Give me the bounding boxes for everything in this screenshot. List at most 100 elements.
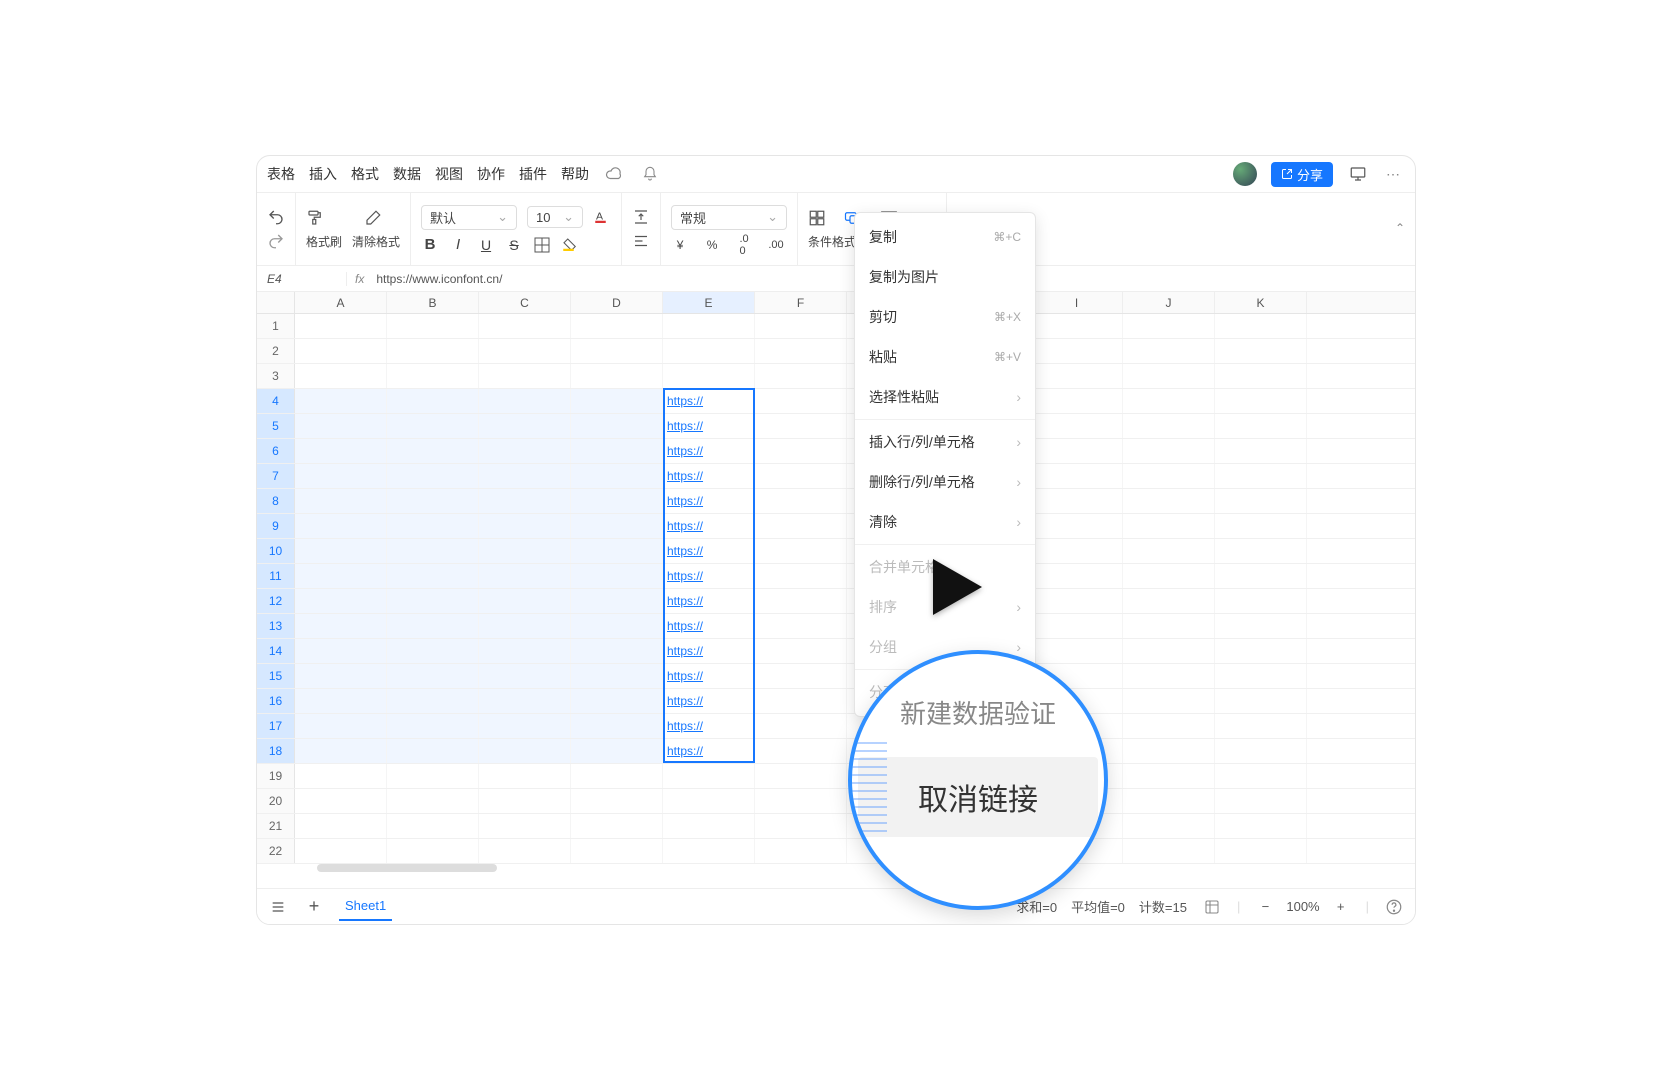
cell[interactable]	[663, 789, 755, 813]
cell[interactable]	[1215, 664, 1307, 688]
cell[interactable]	[571, 789, 663, 813]
cell[interactable]	[1031, 364, 1123, 388]
col-header-I[interactable]: I	[1031, 292, 1123, 313]
cell[interactable]	[755, 714, 847, 738]
add-sheet-icon[interactable]: +	[303, 896, 325, 918]
cell[interactable]	[1123, 839, 1215, 863]
cell[interactable]	[571, 639, 663, 663]
menu-format[interactable]: 格式	[351, 164, 379, 184]
cell[interactable]	[295, 314, 387, 338]
row-header[interactable]: 9	[257, 514, 295, 538]
cell[interactable]	[663, 314, 755, 338]
share-button[interactable]: 分享	[1271, 162, 1333, 187]
sheets-list-icon[interactable]	[267, 896, 289, 918]
cell[interactable]	[1123, 489, 1215, 513]
cell[interactable]	[571, 764, 663, 788]
cell[interactable]	[479, 489, 571, 513]
cell[interactable]	[1215, 814, 1307, 838]
cell[interactable]	[1031, 564, 1123, 588]
cell[interactable]	[479, 664, 571, 688]
cell[interactable]	[387, 639, 479, 663]
cell[interactable]	[387, 364, 479, 388]
cell[interactable]	[1215, 364, 1307, 388]
cell[interactable]	[755, 614, 847, 638]
cell[interactable]	[571, 689, 663, 713]
row-header[interactable]: 22	[257, 839, 295, 863]
avatar[interactable]	[1233, 162, 1257, 186]
cell[interactable]	[1215, 639, 1307, 663]
cell[interactable]	[1215, 739, 1307, 763]
cell[interactable]	[295, 464, 387, 488]
row-header[interactable]: 12	[257, 589, 295, 613]
cell[interactable]	[479, 739, 571, 763]
cell[interactable]	[571, 339, 663, 363]
cell[interactable]	[755, 814, 847, 838]
cell[interactable]	[571, 314, 663, 338]
cell[interactable]	[295, 639, 387, 663]
cell[interactable]	[1215, 414, 1307, 438]
cell[interactable]	[295, 789, 387, 813]
cell[interactable]: https://	[663, 564, 755, 588]
cell[interactable]	[1123, 614, 1215, 638]
cell[interactable]	[571, 614, 663, 638]
row-header[interactable]: 5	[257, 414, 295, 438]
cell[interactable]	[1031, 539, 1123, 563]
cell[interactable]	[571, 514, 663, 538]
cell[interactable]	[295, 364, 387, 388]
cell[interactable]	[1031, 589, 1123, 613]
play-overlay-icon[interactable]	[919, 552, 989, 622]
cell[interactable]	[755, 839, 847, 863]
col-header-C[interactable]: C	[479, 292, 571, 313]
cell[interactable]	[479, 339, 571, 363]
cell[interactable]	[295, 814, 387, 838]
cell[interactable]	[295, 614, 387, 638]
strike-icon[interactable]: S	[505, 236, 523, 254]
cell[interactable]	[387, 764, 479, 788]
cell[interactable]	[295, 489, 387, 513]
cell[interactable]	[1123, 589, 1215, 613]
cell[interactable]	[755, 389, 847, 413]
cell[interactable]	[755, 414, 847, 438]
row-header[interactable]: 3	[257, 364, 295, 388]
cell[interactable]	[387, 689, 479, 713]
cell[interactable]	[387, 539, 479, 563]
cell[interactable]	[387, 389, 479, 413]
cell[interactable]	[1123, 714, 1215, 738]
halign-icon[interactable]	[632, 232, 650, 250]
cell[interactable]	[1215, 689, 1307, 713]
cell[interactable]	[755, 739, 847, 763]
help-icon[interactable]	[1383, 896, 1405, 918]
zoom-in-icon[interactable]: +	[1330, 896, 1352, 918]
cell[interactable]	[387, 314, 479, 338]
cell[interactable]: https://	[663, 739, 755, 763]
cell[interactable]	[1215, 764, 1307, 788]
cell-reference[interactable]: E4	[257, 272, 347, 286]
cell[interactable]	[1031, 489, 1123, 513]
cell[interactable]	[387, 739, 479, 763]
cell[interactable]	[571, 739, 663, 763]
cell[interactable]	[755, 489, 847, 513]
cell[interactable]	[1215, 714, 1307, 738]
cell[interactable]	[1215, 539, 1307, 563]
row-header[interactable]: 19	[257, 764, 295, 788]
cell[interactable]	[1215, 489, 1307, 513]
row-header[interactable]: 2	[257, 339, 295, 363]
cell[interactable]	[479, 414, 571, 438]
collapse-toolbar-icon[interactable]: ⌃	[1395, 221, 1405, 235]
magnifier-cancel-link[interactable]: 取消链接	[858, 757, 1098, 837]
cell[interactable]	[571, 464, 663, 488]
cell[interactable]	[295, 739, 387, 763]
ctx-paste[interactable]: 粘贴⌘+V	[855, 337, 1035, 377]
cell[interactable]	[1123, 439, 1215, 463]
cell[interactable]	[479, 389, 571, 413]
cell[interactable]	[387, 789, 479, 813]
row-header[interactable]: 13	[257, 614, 295, 638]
cond-format-label[interactable]: 条件格式	[808, 233, 856, 250]
cell[interactable]	[1031, 614, 1123, 638]
cell[interactable]	[479, 564, 571, 588]
cell[interactable]	[755, 589, 847, 613]
cell[interactable]	[1215, 564, 1307, 588]
col-header-A[interactable]: A	[295, 292, 387, 313]
cond-format-icon[interactable]	[808, 209, 826, 227]
menu-plugin[interactable]: 插件	[519, 164, 547, 184]
